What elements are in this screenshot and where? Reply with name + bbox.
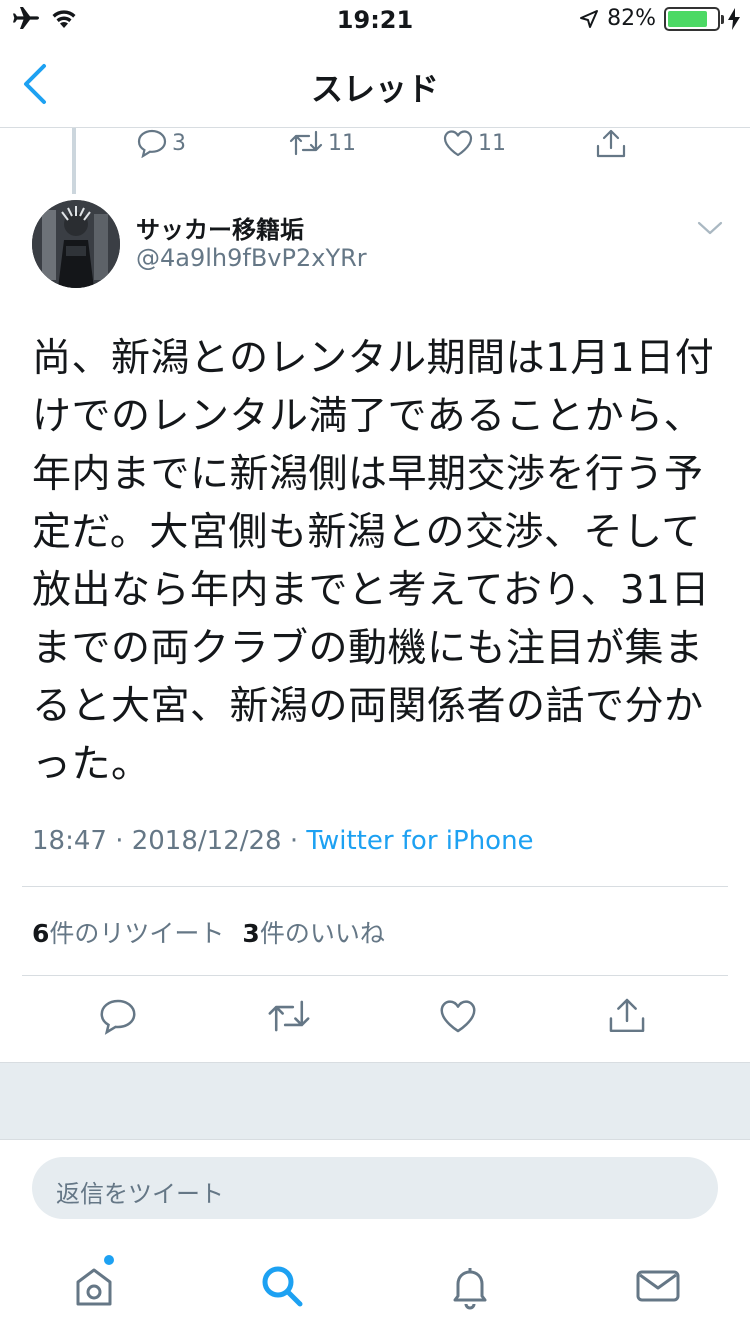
tweet-line: 年内までに新潟側は早期交渉を行う予 (32, 452, 704, 497)
retweets-label: 件のリツイート (49, 919, 225, 948)
tweet-line: けでのレンタル満了であることから、 (32, 394, 704, 439)
tweet-options-button[interactable] (696, 218, 724, 238)
battery-percent: 82% (607, 6, 656, 31)
tweet-text: 尚、新潟とのレンタル期間は1月1日付 けでのレンタル満了であることから、 年内ま… (32, 330, 722, 794)
chevron-down-icon (697, 221, 723, 235)
previous-tweet-actions: 3 11 11 (0, 128, 750, 168)
previous-share-button[interactable] (594, 128, 628, 160)
tab-home[interactable] (70, 1262, 118, 1310)
previous-reply-button[interactable]: 3 (136, 128, 186, 158)
retweets-count: 6 (32, 919, 50, 948)
tweet-stats: 6件のリツイート 3件のいいね (32, 914, 385, 950)
previous-retweet-button[interactable]: 11 (288, 128, 356, 158)
tweet-line: ると大宮、新潟の両関係者の話で分か (32, 684, 704, 729)
tab-messages[interactable] (634, 1262, 682, 1310)
tweet-meta: 18:47 · 2018/12/28 · Twitter for iPhone (32, 826, 534, 856)
status-bar: 19:21 82% (0, 0, 750, 40)
notifications-icon (453, 1268, 487, 1310)
reply-icon (100, 999, 136, 1035)
tab-search[interactable] (258, 1262, 306, 1310)
charging-icon (728, 7, 740, 30)
divider (22, 975, 728, 976)
likes-stat[interactable]: 3件のいいね (242, 914, 384, 950)
battery-icon (664, 6, 724, 31)
author-name[interactable]: サッカー移籍垢 (136, 210, 304, 245)
search-icon (262, 1266, 303, 1307)
section-separator (0, 1062, 750, 1140)
share-icon (596, 129, 626, 158)
page-title: スレッド (310, 70, 439, 108)
retweet-icon (289, 130, 323, 156)
avatar[interactable] (32, 200, 120, 288)
retweet-button[interactable] (266, 996, 310, 1040)
tweet-actions (0, 996, 750, 1044)
home-unread-dot (104, 1255, 114, 1265)
share-button[interactable] (606, 996, 650, 1040)
avatar-image (32, 200, 120, 288)
previous-reply-count: 3 (172, 130, 186, 156)
tweet-line: 定だ。大宮側も新潟との交渉、そして (32, 510, 701, 555)
likes-count: 3 (242, 919, 260, 948)
navigation-bar: スレッド (0, 40, 750, 128)
tweet-line: 尚、新潟とのレンタル期間は1月1日付 (32, 336, 715, 381)
tweet-source-link[interactable]: Twitter for iPhone (306, 826, 533, 856)
previous-retweet-count: 11 (328, 130, 356, 156)
reply-button[interactable] (98, 996, 142, 1040)
tab-bar (0, 1240, 750, 1334)
location-icon (580, 9, 599, 28)
likes-label: 件のいいね (259, 919, 385, 948)
tweet-line: った。 (32, 742, 151, 787)
retweet-icon (268, 1000, 310, 1032)
retweets-stat[interactable]: 6件のリツイート (32, 914, 224, 950)
previous-like-button[interactable]: 11 (442, 128, 506, 158)
tweet-line: 放出なら年内までと考えており、31日 (32, 568, 710, 613)
tab-notifications[interactable] (446, 1262, 494, 1310)
reply-icon (137, 129, 167, 158)
messages-icon (636, 1270, 680, 1302)
reply-input[interactable]: 返信をツイート (32, 1157, 718, 1219)
divider (22, 886, 728, 887)
previous-like-count: 11 (478, 130, 506, 156)
battery-fill (668, 10, 708, 27)
author-handle[interactable]: @4a9lh9fBvP2xYRr (136, 244, 367, 272)
tweet-line: までの両クラブの動機にも注目が集ま (32, 626, 704, 671)
heart-icon (440, 1000, 476, 1033)
tweet-timestamp: 18:47 · 2018/12/28 · (32, 826, 307, 856)
reply-placeholder: 返信をツイート (56, 1180, 224, 1208)
home-icon (76, 1268, 112, 1306)
share-icon (609, 998, 645, 1033)
heart-icon (443, 130, 473, 157)
like-button[interactable] (438, 996, 482, 1040)
